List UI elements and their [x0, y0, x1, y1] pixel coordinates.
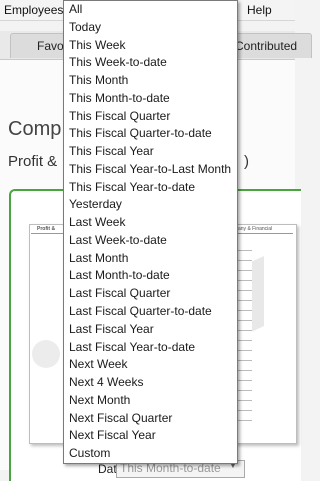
- dropdown-option[interactable]: Last Month-to-date: [64, 267, 237, 285]
- dropdown-option[interactable]: This Month: [64, 72, 237, 90]
- preview-value-column: [238, 245, 252, 430]
- dropdown-option[interactable]: Today: [64, 19, 237, 37]
- dropdown-option[interactable]: Last Week-to-date: [64, 232, 237, 250]
- dropdown-option[interactable]: Last Fiscal Quarter: [64, 285, 237, 303]
- dropdown-option[interactable]: This Fiscal Year-to-Last Month: [64, 161, 237, 179]
- report-subtitle: Profit &: [8, 153, 58, 170]
- dropdown-option[interactable]: Last Fiscal Year-to-date: [64, 339, 237, 357]
- dropdown-option[interactable]: Last Fiscal Quarter-to-date: [64, 303, 237, 321]
- dropdown-option[interactable]: This Fiscal Quarter-to-date: [64, 125, 237, 143]
- date-range-options: All Today This Week This Week-to-date This M…: [64, 1, 237, 463]
- dropdown-option[interactable]: Next Fiscal Quarter: [64, 410, 237, 428]
- dropdown-option[interactable]: Next Week: [64, 356, 237, 374]
- dropdown-option[interactable]: Next Fiscal Year: [64, 427, 237, 445]
- dropdown-option[interactable]: Next 4 Weeks: [64, 374, 237, 392]
- dropdown-option[interactable]: This Fiscal Year: [64, 143, 237, 161]
- report-subtitle-end: ): [244, 153, 249, 170]
- menu-employees[interactable]: Employees: [4, 3, 63, 17]
- dropdown-option[interactable]: Custom: [64, 445, 237, 463]
- preview-header-right: any & Financial: [238, 226, 273, 232]
- tab-favorites-label: Favo: [37, 39, 64, 53]
- sample-watermark-mark: [32, 340, 60, 368]
- dropdown-option[interactable]: Last Week: [64, 214, 237, 232]
- dropdown-option[interactable]: This Fiscal Year-to-date: [64, 179, 237, 197]
- menu-help[interactable]: Help: [247, 3, 272, 17]
- date-range-dropdown[interactable]: All Today This Week This Week-to-date This M…: [63, 0, 238, 464]
- dropdown-option[interactable]: This Week-to-date: [64, 54, 237, 72]
- dropdown-option[interactable]: Next Month: [64, 392, 237, 410]
- dropdown-option[interactable]: Yesterday: [64, 196, 237, 214]
- page-title: Comp: [8, 118, 62, 140]
- dropdown-option[interactable]: This Month-to-date: [64, 90, 237, 108]
- dropdown-option[interactable]: Last Month: [64, 250, 237, 268]
- dropdown-option[interactable]: All: [64, 1, 237, 19]
- dropdown-option[interactable]: Last Fiscal Year: [64, 321, 237, 339]
- dropdown-option[interactable]: This Week: [64, 37, 237, 55]
- dropdown-option[interactable]: This Fiscal Quarter: [64, 108, 237, 126]
- preview-header-left: Profit &: [37, 226, 56, 232]
